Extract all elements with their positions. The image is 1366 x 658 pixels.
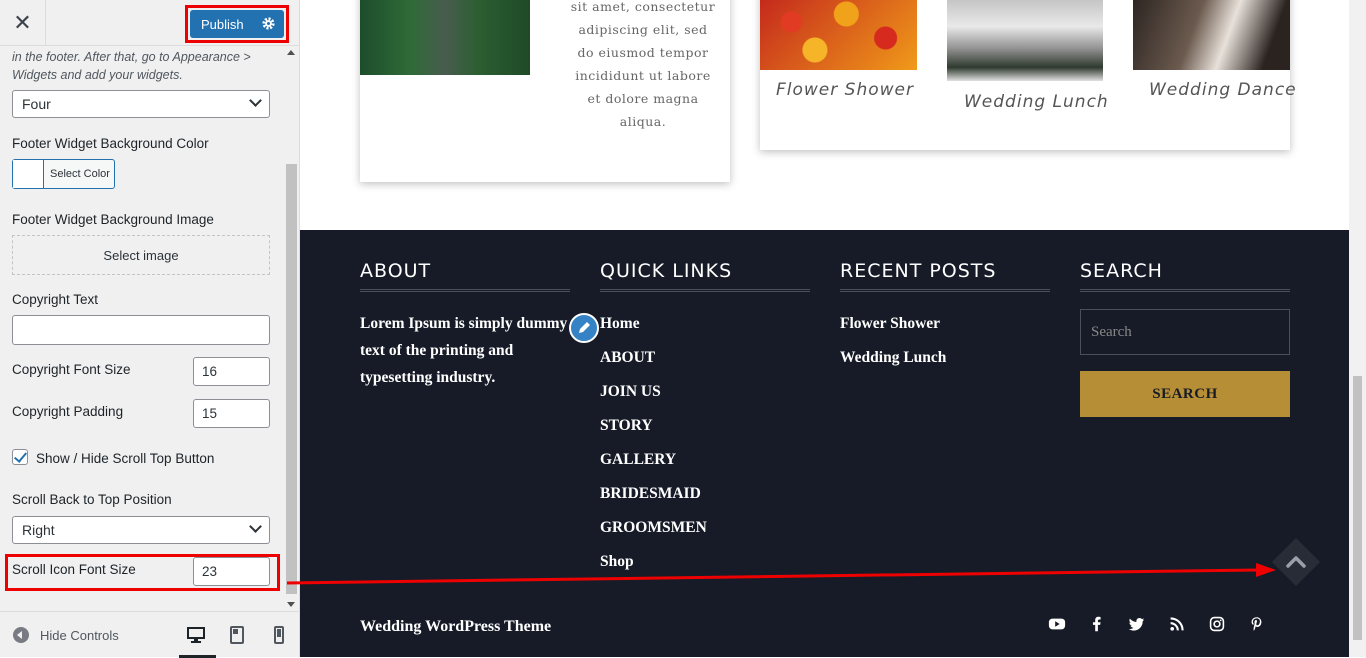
customizer-footer: Hide Controls: [0, 611, 299, 658]
scroll-top-checkbox[interactable]: [12, 449, 28, 465]
flower-shower-image[interactable]: [760, 0, 917, 70]
quick-links-heading: QUICK LINKS: [600, 258, 810, 292]
quick-links-list: Home ABOUT JOIN US STORY GALLERY BRIDESM…: [600, 315, 810, 587]
quick-link[interactable]: BRIDESMAID: [600, 485, 810, 519]
widget-columns-value: Four: [22, 96, 51, 112]
search-heading: SEARCH: [1080, 258, 1290, 292]
quick-link[interactable]: GALLERY: [600, 451, 810, 485]
widgets-description: in the footer. After that, go to Appeara…: [12, 50, 251, 82]
widget-columns-select[interactable]: Four: [12, 90, 270, 118]
scroll-icon-size-label: Scroll Icon Font Size: [12, 562, 136, 577]
instagram-icon[interactable]: [1207, 614, 1227, 634]
preview-scrollbar-thumb[interactable]: [1353, 376, 1362, 640]
tablet-preview-icon[interactable]: [228, 626, 246, 644]
recent-posts-list: Flower Shower Wedding Lunch: [840, 315, 1050, 383]
story-card-text: sit amet, consectetur adipiscing elit, s…: [570, 0, 716, 129]
bg-color-label: Footer Widget Background Color: [12, 136, 209, 151]
search-input[interactable]: Search: [1080, 309, 1290, 355]
gallery-caption: Wedding Dance: [1149, 80, 1297, 100]
sidebar-scrollbar[interactable]: [284, 46, 299, 611]
about-widget: ABOUT Lorem Ipsum is simply dummy text o…: [360, 258, 570, 391]
youtube-icon[interactable]: [1047, 614, 1067, 634]
quick-links-widget: QUICK LINKS Home ABOUT JOIN US STORY GAL…: [600, 258, 810, 587]
scroll-top-position-select[interactable]: Right: [12, 516, 270, 544]
quick-link[interactable]: Home: [600, 315, 810, 349]
quick-link[interactable]: GROOMSMEN: [600, 519, 810, 553]
quick-link[interactable]: Shop: [600, 553, 810, 587]
rss-icon[interactable]: [1167, 614, 1187, 634]
edit-shortcut-pencil-icon[interactable]: [569, 313, 599, 343]
customizer-controls: in the footer. After that, go to Appeara…: [0, 46, 284, 611]
customizer-sidebar: ✕ Publish in the footer. After that, go …: [0, 0, 300, 658]
publish-label: Publish: [201, 16, 244, 32]
scroll-top-toggle-label: Show / Hide Scroll Top Button: [36, 451, 215, 466]
select-image-button[interactable]: Select image: [12, 235, 270, 275]
gallery-caption: Wedding Lunch: [964, 92, 1109, 112]
copyright-font-size-label: Copyright Font Size: [12, 362, 131, 377]
select-color-label: Select Color: [50, 168, 110, 180]
recent-post-link[interactable]: Flower Shower: [840, 315, 1050, 349]
color-swatch: [13, 160, 44, 188]
scroll-up-arrow-icon[interactable]: [287, 50, 295, 55]
mobile-preview-icon[interactable]: [270, 626, 288, 644]
site-footer: ABOUT Lorem Ipsum is simply dummy text o…: [300, 230, 1349, 657]
copyright-padding-input[interactable]: 15: [193, 399, 270, 428]
collapse-icon: [13, 627, 29, 643]
couple-photo: [360, 0, 530, 75]
pinterest-icon[interactable]: [1247, 614, 1267, 634]
quick-link[interactable]: STORY: [600, 417, 810, 451]
about-text: Lorem Ipsum is simply dummy text of the …: [360, 315, 568, 386]
scroll-top-position-value: Right: [22, 522, 55, 538]
copyright-font-size-input[interactable]: 16: [193, 357, 270, 386]
quick-link[interactable]: ABOUT: [600, 349, 810, 383]
hide-controls-label: Hide Controls: [40, 627, 119, 643]
desktop-preview-icon[interactable]: [187, 626, 205, 644]
select-color-button[interactable]: Select Color: [12, 159, 115, 189]
recent-posts-widget: RECENT POSTS Flower Shower Wedding Lunch: [840, 258, 1050, 383]
publish-button[interactable]: Publish: [190, 10, 284, 38]
copyright-text-label: Copyright Text: [12, 292, 99, 307]
recent-posts-heading: RECENT POSTS: [840, 258, 1050, 292]
facebook-icon[interactable]: [1087, 614, 1107, 634]
scroll-to-top-button[interactable]: [1266, 532, 1326, 592]
site-preview: sit amet, consectetur adipiscing elit, s…: [300, 0, 1366, 657]
twitter-icon[interactable]: [1127, 614, 1147, 634]
chevron-down-icon: [249, 94, 262, 107]
scrollbar-thumb[interactable]: [286, 164, 297, 594]
preview-scrollbar[interactable]: [1349, 0, 1366, 657]
copyright-padding-label: Copyright Padding: [12, 404, 124, 419]
quick-link[interactable]: JOIN US: [600, 383, 810, 417]
about-heading: ABOUT: [360, 258, 570, 292]
scroll-down-arrow-icon[interactable]: [287, 602, 295, 607]
gallery-caption: Flower Shower: [776, 80, 914, 100]
search-button[interactable]: SEARCH: [1080, 371, 1290, 417]
customizer-header: ✕ Publish: [0, 0, 299, 46]
scroll-top-position-label: Scroll Back to Top Position: [12, 492, 172, 507]
bg-image-label: Footer Widget Background Image: [12, 212, 214, 227]
gallery-card: Flower Shower Wedding Lunch Wedding Danc…: [760, 0, 1296, 150]
social-icons: [1047, 614, 1287, 634]
copyright-text: Wedding WordPress Theme: [360, 618, 552, 635]
hide-controls-button[interactable]: Hide Controls: [13, 627, 119, 643]
gear-icon[interactable]: [261, 16, 276, 31]
scroll-icon-size-input[interactable]: 23: [193, 557, 270, 586]
recent-post-link[interactable]: Wedding Lunch: [840, 349, 1050, 383]
search-widget: SEARCH Search SEARCH: [1080, 258, 1290, 417]
wedding-dance-image[interactable]: [1133, 0, 1290, 70]
story-card: sit amet, consectetur adipiscing elit, s…: [360, 0, 730, 182]
copyright-text-input[interactable]: [12, 315, 270, 345]
wedding-lunch-image[interactable]: [947, 0, 1103, 81]
close-customizer-button[interactable]: ✕: [0, 0, 46, 46]
chevron-down-icon: [249, 520, 262, 533]
